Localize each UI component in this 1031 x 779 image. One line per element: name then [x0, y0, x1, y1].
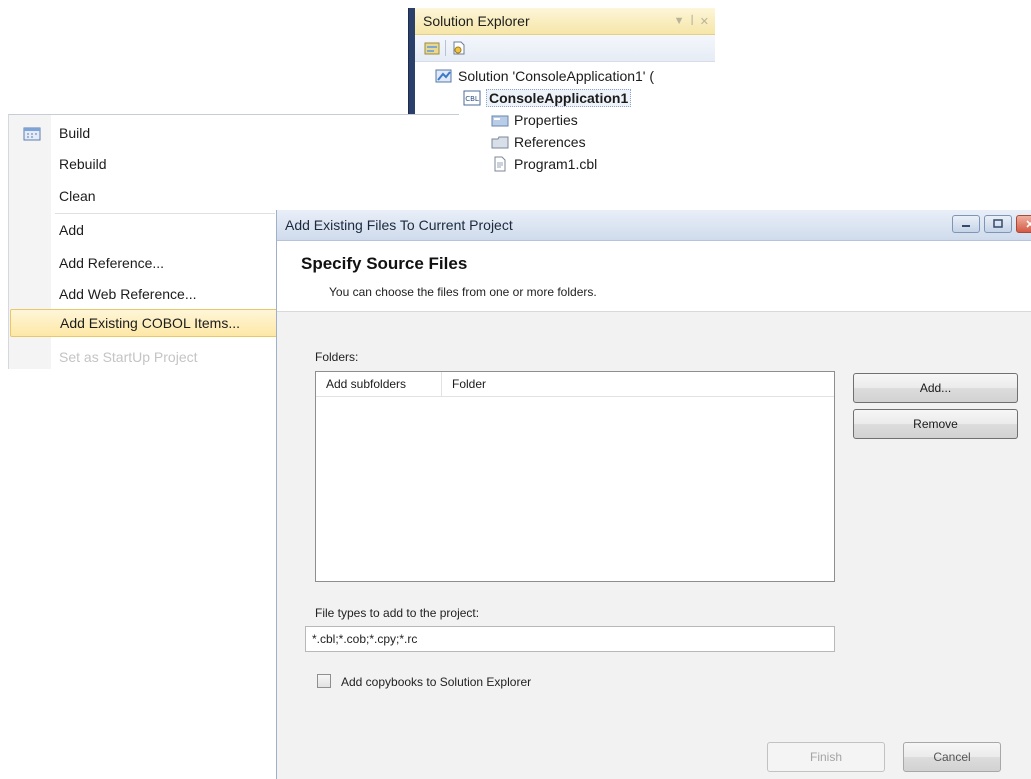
dialog-title-bar: Add Existing Files To Current Project: [277, 210, 1031, 241]
folders-list-header: Add subfolders Folder: [316, 372, 834, 397]
tree-item-program[interactable]: Program1.cbl: [491, 153, 597, 175]
tree-item-program-label: Program1.cbl: [514, 156, 598, 172]
cobol-project-icon: CBL: [463, 90, 481, 106]
column-header-folder[interactable]: Folder: [442, 372, 834, 396]
tree-item-properties[interactable]: Properties: [491, 109, 578, 131]
solution-icon: [435, 68, 453, 84]
references-folder-icon: [491, 134, 509, 150]
solution-explorer-title-bar: Solution Explorer ▼ ꟾ ✕: [415, 8, 715, 35]
menu-item-add-web-reference[interactable]: Add Web Reference...: [9, 280, 279, 308]
cobol-file-icon: [491, 156, 509, 172]
tree-item-solution-label: Solution 'ConsoleApplication1' (: [458, 68, 655, 84]
menu-item-clean[interactable]: Clean: [9, 182, 279, 210]
properties-folder-icon: [491, 112, 509, 128]
folders-list[interactable]: Add subfolders Folder: [315, 371, 835, 582]
tree-item-project[interactable]: CBL ConsoleApplication1: [463, 87, 632, 109]
add-copybooks-label: Add copybooks to Solution Explorer: [341, 675, 532, 689]
dialog-header: Specify Source Files You can choose the …: [277, 241, 1031, 312]
window-dropdown-icon[interactable]: ▼: [674, 15, 685, 27]
show-all-files-icon[interactable]: [450, 39, 468, 57]
solution-explorer-toolbar: [415, 35, 715, 62]
menu-item-add-reference[interactable]: Add Reference...: [9, 249, 279, 277]
dialog-title: Add Existing Files To Current Project: [285, 217, 513, 233]
tree-item-references-label: References: [514, 134, 586, 150]
file-types-label: File types to add to the project:: [315, 606, 480, 620]
pin-icon[interactable]: ꟾ: [691, 15, 694, 28]
menu-item-rebuild[interactable]: Rebuild: [9, 150, 279, 178]
folders-label: Folders:: [315, 350, 359, 364]
close-window-icon[interactable]: [1016, 215, 1031, 233]
minimize-icon[interactable]: [952, 215, 980, 233]
close-icon[interactable]: ✕: [700, 15, 709, 28]
menu-item-build[interactable]: Build: [9, 119, 279, 147]
cancel-button[interactable]: Cancel: [903, 742, 1001, 772]
dialog-subheading: You can choose the files from one or mor…: [329, 285, 597, 299]
menu-separator: [55, 213, 275, 214]
tree-item-references[interactable]: References: [491, 131, 586, 153]
maximize-icon[interactable]: [984, 215, 1012, 233]
file-types-input[interactable]: [305, 626, 835, 652]
add-existing-files-dialog: Add Existing Files To Current Project Sp…: [276, 210, 1031, 779]
tree-item-properties-label: Properties: [514, 112, 578, 128]
window-controls: [952, 215, 1031, 233]
svg-text:CBL: CBL: [465, 95, 479, 103]
menu-item-add[interactable]: Add: [9, 216, 279, 244]
finish-button[interactable]: Finish: [767, 742, 885, 772]
tree-item-solution[interactable]: Solution 'ConsoleApplication1' (: [435, 65, 654, 87]
dialog-heading: Specify Source Files: [301, 254, 468, 273]
add-folder-button[interactable]: Add...: [853, 373, 1018, 403]
build-icon: [23, 125, 41, 141]
tree-item-project-label: ConsoleApplication1: [486, 89, 632, 107]
solution-explorer-title: Solution Explorer: [423, 13, 530, 29]
menu-item-set-startup-project: Set as StartUp Project: [59, 349, 198, 365]
toolbar-separator: [445, 40, 446, 56]
properties-icon[interactable]: [423, 39, 441, 57]
add-copybooks-checkbox[interactable]: [317, 674, 331, 688]
column-header-add-subfolders[interactable]: Add subfolders: [316, 372, 442, 396]
remove-folder-button[interactable]: Remove: [853, 409, 1018, 439]
menu-item-add-existing-cobol-items[interactable]: Add Existing COBOL Items...: [10, 309, 280, 337]
